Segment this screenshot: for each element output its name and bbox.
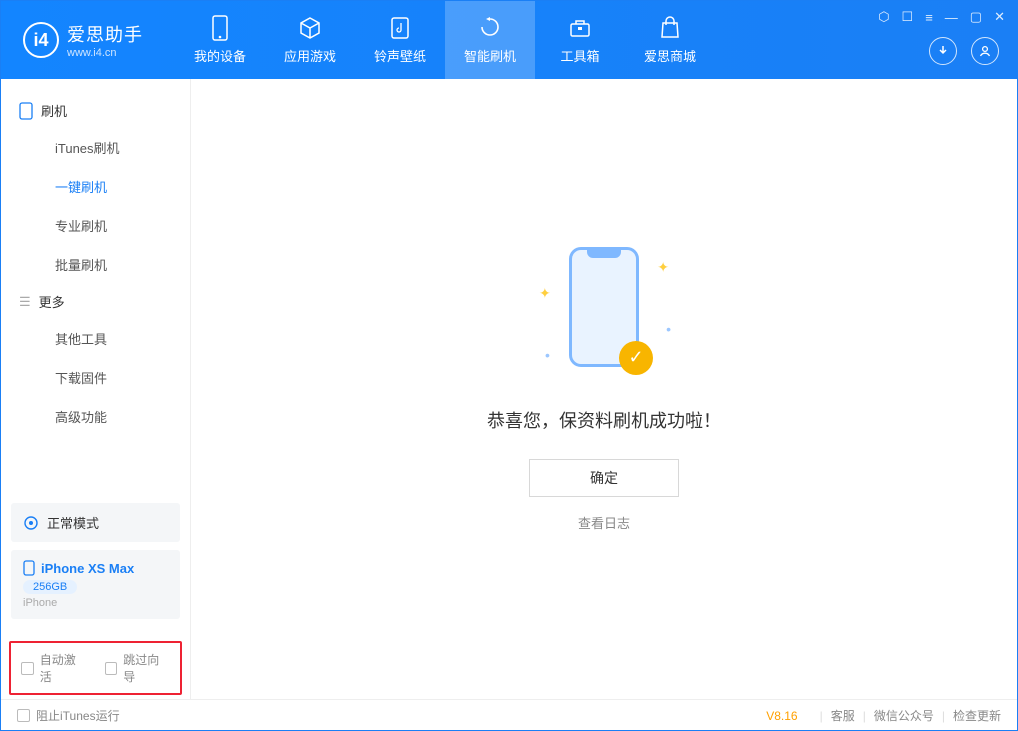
phone-icon	[207, 15, 233, 41]
footer-wechat-link[interactable]: 微信公众号	[874, 707, 934, 724]
menu-icon[interactable]: ≡	[925, 10, 933, 25]
device-capacity: 256GB	[23, 580, 77, 594]
sidebar-item-oneclick-flash[interactable]: 一键刷机	[1, 167, 190, 206]
cube-icon	[297, 15, 323, 41]
checkbox-icon	[21, 662, 34, 675]
refresh-shield-icon	[477, 15, 503, 41]
checkbox-icon	[105, 662, 118, 675]
nav-toolbox[interactable]: 工具箱	[535, 1, 625, 79]
check-skip-guide[interactable]: 跳过向导	[105, 651, 171, 685]
main-content: ✓ ✦✦•• 恭喜您，保资料刷机成功啦！ 确定 查看日志	[191, 79, 1017, 699]
status-bar: 阻止iTunes运行 V8.16 | 客服 | 微信公众号 | 检查更新	[1, 699, 1017, 731]
footer-update-link[interactable]: 检查更新	[953, 707, 1001, 724]
close-icon[interactable]: ✕	[994, 9, 1005, 25]
sidebar-item-batch-flash[interactable]: 批量刷机	[1, 245, 190, 284]
list-icon: ☰	[19, 294, 31, 310]
nav-my-device[interactable]: 我的设备	[175, 1, 265, 79]
sidebar-section-flash: 刷机	[1, 93, 190, 128]
sidebar-item-pro-flash[interactable]: 专业刷机	[1, 206, 190, 245]
main-nav: 我的设备 应用游戏 铃声壁纸 智能刷机 工具箱 爱思商城	[175, 1, 715, 79]
music-file-icon	[387, 15, 413, 41]
nav-store[interactable]: 爱思商城	[625, 1, 715, 79]
nav-ringtones[interactable]: 铃声壁纸	[355, 1, 445, 79]
nav-apps-games[interactable]: 应用游戏	[265, 1, 355, 79]
app-header: i4 爱思助手 www.i4.cn 我的设备 应用游戏 铃声壁纸 智能刷机 工具…	[1, 1, 1017, 79]
sidebar: 刷机 iTunes刷机 一键刷机 专业刷机 批量刷机 ☰ 更多 其他工具 下载固…	[1, 79, 191, 699]
maximize-icon[interactable]: ▢	[970, 9, 982, 25]
minimize-icon[interactable]: —	[945, 10, 958, 25]
check-block-itunes[interactable]: 阻止iTunes运行	[17, 707, 120, 724]
download-icon	[936, 44, 950, 58]
device-type: iPhone	[23, 597, 168, 609]
check-badge-icon: ✓	[619, 341, 653, 375]
app-name: 爱思助手	[67, 21, 143, 47]
check-auto-activate[interactable]: 自动激活	[21, 651, 87, 685]
logo: i4 爱思助手 www.i4.cn	[23, 21, 143, 59]
download-button[interactable]	[929, 37, 957, 65]
footer-support-link[interactable]: 客服	[831, 707, 855, 724]
sync-icon	[23, 515, 39, 531]
checkbox-icon	[17, 709, 30, 722]
sidebar-item-other-tools[interactable]: 其他工具	[1, 319, 190, 358]
success-illustration: ✓ ✦✦••	[559, 247, 649, 387]
user-icon	[978, 44, 992, 58]
sidebar-item-advanced[interactable]: 高级功能	[1, 397, 190, 436]
toolbox-icon	[567, 15, 593, 41]
tshirt-icon[interactable]: ⬡	[878, 9, 889, 25]
shopping-bag-icon	[657, 15, 683, 41]
version-label: V8.16	[766, 709, 797, 723]
window-controls: ⬡ ☐ ≡ — ▢ ✕	[878, 9, 1005, 25]
success-message: 恭喜您，保资料刷机成功啦！	[487, 407, 721, 433]
sidebar-item-download-firmware[interactable]: 下载固件	[1, 358, 190, 397]
ok-button[interactable]: 确定	[529, 459, 679, 497]
flash-options-highlighted: 自动激活 跳过向导	[9, 641, 182, 695]
sidebar-section-more: ☰ 更多	[1, 284, 190, 319]
logo-icon: i4	[23, 22, 59, 58]
app-domain: www.i4.cn	[67, 47, 143, 59]
sidebar-item-itunes-flash[interactable]: iTunes刷机	[1, 128, 190, 167]
view-log-link[interactable]: 查看日志	[578, 513, 630, 532]
phone-small-icon	[23, 560, 35, 576]
header-actions	[929, 37, 999, 65]
nav-flash[interactable]: 智能刷机	[445, 1, 535, 79]
user-button[interactable]	[971, 37, 999, 65]
device-icon	[19, 102, 33, 120]
device-info-card[interactable]: iPhone XS Max 256GB iPhone	[11, 550, 180, 619]
lock-icon[interactable]: ☐	[902, 9, 914, 25]
device-mode-card[interactable]: 正常模式	[11, 503, 180, 542]
